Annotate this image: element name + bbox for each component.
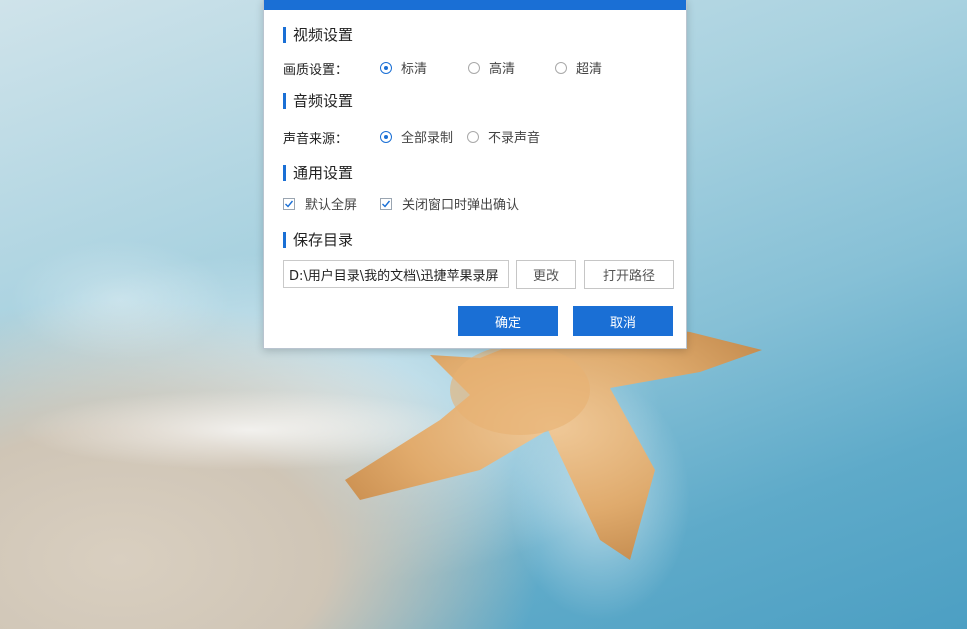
checkbox-label: 关闭窗口时弹出确认 <box>402 198 520 213</box>
video-settings-heading: 视频设置 <box>283 27 353 43</box>
quality-label: 画质设置： <box>283 63 349 78</box>
radio-selected-icon <box>380 130 392 143</box>
save-path-input[interactable] <box>283 260 509 288</box>
sound-option-no-audio[interactable]: 不录声音 <box>467 127 540 146</box>
sound-source-label: 声音来源： <box>283 132 349 147</box>
radio-unselected-icon <box>468 61 480 74</box>
sound-option-record-all[interactable]: 全部录制 <box>380 127 453 146</box>
audio-settings-heading: 音频设置 <box>283 93 353 109</box>
change-path-button[interactable]: 更改 <box>516 260 576 289</box>
confirm-button[interactable]: 确定 <box>458 306 558 336</box>
quality-option-sd[interactable]: 标清 <box>380 58 427 77</box>
radio-unselected-icon <box>467 130 479 143</box>
quality-option-fhd[interactable]: 超清 <box>555 58 602 77</box>
quality-option-label: 标清 <box>401 62 428 77</box>
desktop-wallpaper: 视频设置 画质设置： 标清 高清 超清 音频设置 声音来源： 全部录制 不录声音… <box>0 0 967 629</box>
checkbox-checked-icon <box>380 197 392 210</box>
checkbox-label: 默认全屏 <box>305 198 358 213</box>
default-fullscreen-checkbox[interactable]: 默认全屏 <box>283 194 357 213</box>
quality-option-hd[interactable]: 高清 <box>468 58 515 77</box>
save-directory-heading: 保存目录 <box>283 232 353 248</box>
quality-option-label: 超清 <box>576 62 603 77</box>
quality-option-label: 高清 <box>489 62 516 77</box>
sound-option-label: 不录声音 <box>488 131 541 146</box>
confirm-on-close-checkbox[interactable]: 关闭窗口时弹出确认 <box>380 194 519 213</box>
dialog-titlebar[interactable] <box>264 0 686 10</box>
radio-selected-icon <box>380 61 392 74</box>
radio-unselected-icon <box>555 61 567 74</box>
cancel-button[interactable]: 取消 <box>573 306 673 336</box>
checkbox-checked-icon <box>283 197 295 210</box>
open-path-button[interactable]: 打开路径 <box>584 260 674 289</box>
general-settings-heading: 通用设置 <box>283 165 353 181</box>
settings-dialog: 视频设置 画质设置： 标清 高清 超清 音频设置 声音来源： 全部录制 不录声音… <box>263 0 687 349</box>
sound-option-label: 全部录制 <box>401 131 454 146</box>
